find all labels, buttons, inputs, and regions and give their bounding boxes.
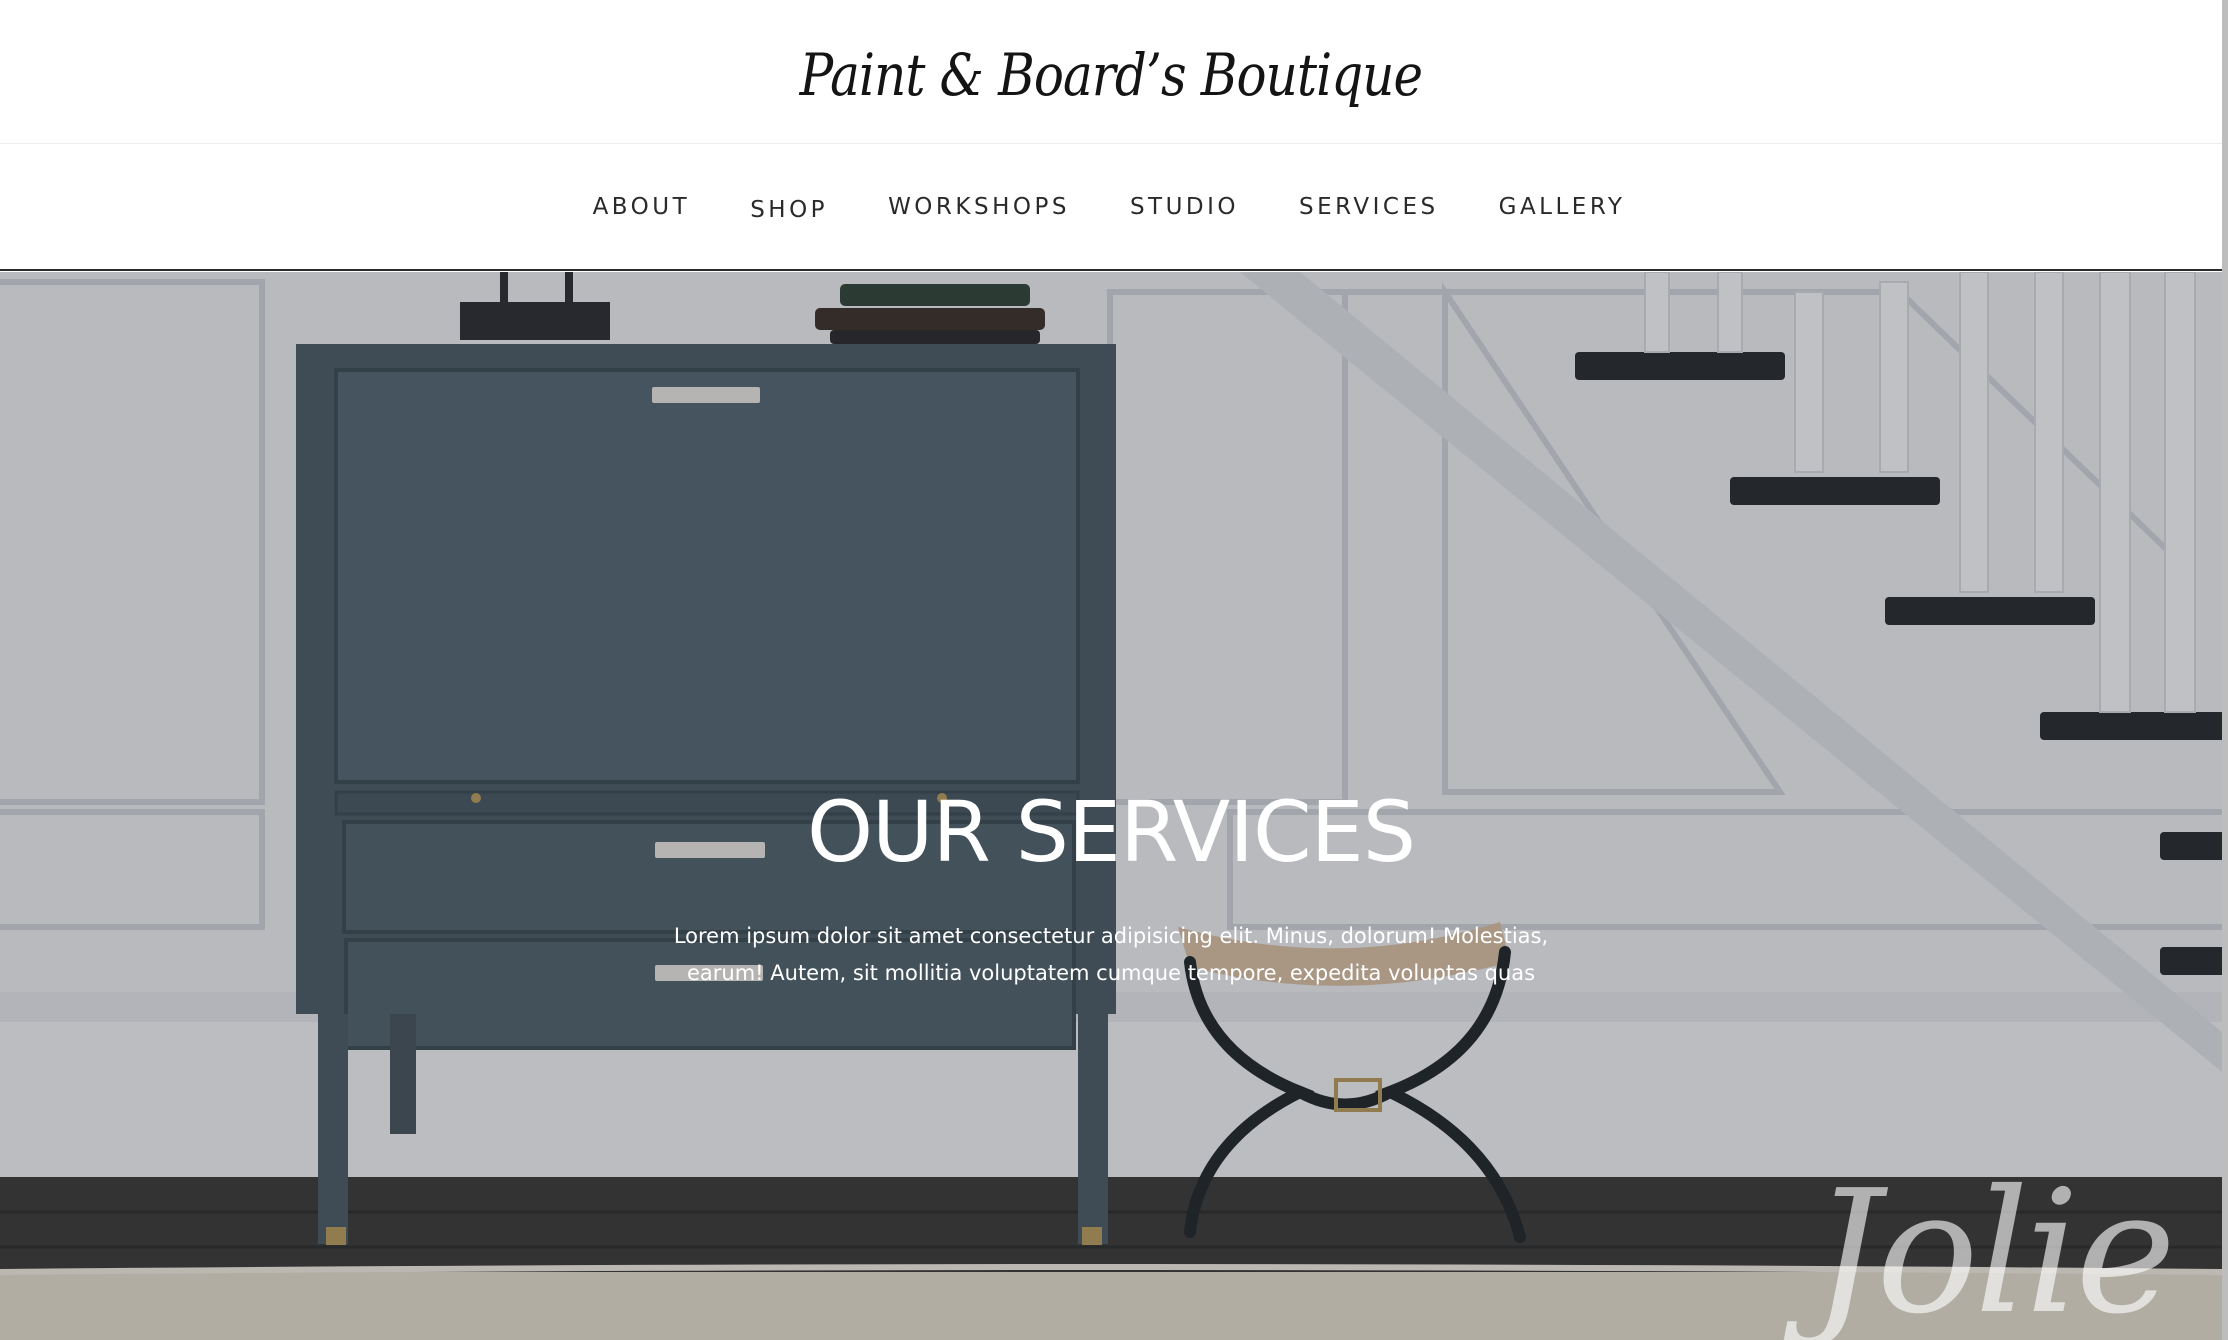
main-nav: ABOUT SHOP WORKSHOPS STUDIO SERVICES GAL… (0, 145, 2222, 271)
nav-link-workshops[interactable]: WORKSHOPS (888, 194, 1070, 220)
nav-link-about[interactable]: ABOUT (593, 194, 691, 220)
brand-logo-title[interactable]: Paint & Board’s Boutique (800, 35, 1423, 109)
nav-link-shop[interactable]: SHOP (750, 197, 828, 223)
nav-item-about: ABOUT (593, 194, 691, 220)
hero-description: Lorem ipsum dolor sit amet consectetur a… (673, 924, 1549, 985)
nav-item-services: SERVICES (1299, 194, 1439, 220)
hero-section: OUR SERVICES Lorem ipsum dolor sit amet … (0, 272, 2222, 1340)
nav-item-workshops: WORKSHOPS (888, 194, 1070, 220)
page-scrollbar[interactable] (2222, 0, 2228, 1340)
nav-link-services[interactable]: SERVICES (1299, 194, 1439, 220)
nav-item-studio: STUDIO (1130, 194, 1239, 220)
nav-link-gallery[interactable]: GALLERY (1499, 194, 1626, 220)
nav-item-gallery: GALLERY (1499, 194, 1626, 220)
brand-header: Paint & Board’s Boutique (0, 0, 2222, 144)
nav-link-studio[interactable]: STUDIO (1130, 194, 1239, 220)
jolie-watermark-logo: Jolie (1812, 1154, 2176, 1340)
nav-item-shop: SHOP (750, 194, 828, 223)
scrollbar-thumb[interactable] (2222, 0, 2228, 1340)
nav-list: ABOUT SHOP WORKSHOPS STUDIO SERVICES GAL… (593, 194, 1630, 223)
hero-title: OUR SERVICES (806, 783, 1416, 881)
